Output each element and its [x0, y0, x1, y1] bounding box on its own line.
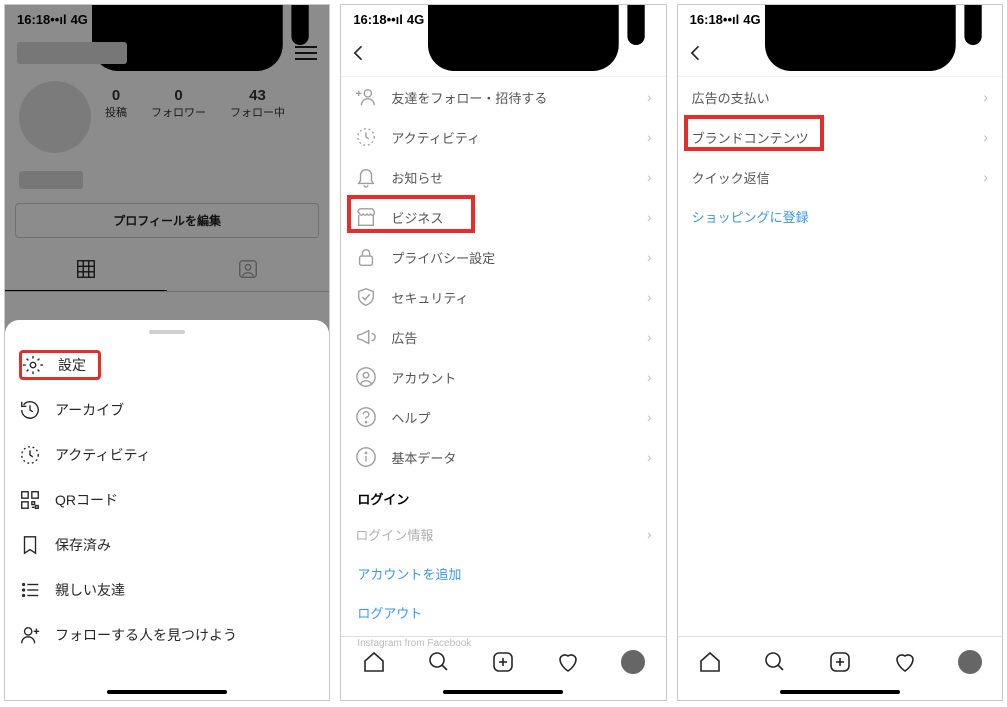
settings-notifications[interactable]: お知らせ›: [341, 157, 665, 197]
back-icon[interactable]: [349, 43, 369, 63]
archive-icon: [19, 399, 41, 421]
logout-link[interactable]: ログアウト: [341, 593, 665, 632]
heart-icon[interactable]: [556, 650, 580, 674]
chevron-right-icon: ›: [647, 409, 652, 425]
chevron-right-icon: ›: [647, 449, 652, 465]
signal-icon: ••ıl: [387, 12, 403, 27]
highlight-branded-content: [684, 115, 824, 151]
settings-follow-invite[interactable]: 友達をフォロー・招待する›: [341, 77, 665, 117]
bookmark-icon: [19, 534, 41, 556]
signal-icon: ••ıl: [723, 12, 739, 27]
settings-security[interactable]: セキュリティ›: [341, 277, 665, 317]
business-ad-payments[interactable]: 広告の支払い›: [678, 77, 1002, 117]
settings-about[interactable]: 基本データ›: [341, 437, 665, 477]
sheet-settings[interactable]: 設定: [5, 342, 329, 387]
sheet-activity[interactable]: アクティビティ: [5, 432, 329, 477]
sheet-close-friends[interactable]: 親しい友達: [5, 567, 329, 612]
gear-icon: [22, 354, 44, 376]
settings-privacy[interactable]: プライバシー設定›: [341, 237, 665, 277]
chevron-right-icon: ›: [647, 209, 652, 225]
page-title: ビジネス: [810, 44, 870, 65]
qr-icon: [19, 489, 41, 511]
profile-tab[interactable]: [958, 650, 982, 674]
activity-icon: [19, 444, 41, 466]
status-time: 16:18: [353, 12, 386, 27]
page-title: 設定: [488, 44, 518, 65]
settings-activity[interactable]: アクティビティ›: [341, 117, 665, 157]
chevron-right-icon: ›: [647, 129, 652, 145]
chevron-right-icon: ›: [983, 169, 988, 185]
sheet-grabber[interactable]: [149, 330, 185, 334]
business-quick-replies[interactable]: クイック返信›: [678, 157, 1002, 197]
shield-icon: [355, 286, 377, 308]
new-post-icon[interactable]: [828, 650, 852, 674]
new-post-icon[interactable]: [491, 650, 515, 674]
list-icon: [19, 579, 41, 601]
home-indicator: [780, 690, 900, 694]
tab-bar: [678, 636, 1002, 686]
sheet-qr[interactable]: QRコード: [5, 477, 329, 522]
chevron-right-icon: ›: [647, 89, 652, 105]
settings-ads[interactable]: 広告›: [341, 317, 665, 357]
add-account-link[interactable]: アカウントを追加: [341, 554, 665, 593]
info-icon: [355, 446, 377, 468]
help-icon: [355, 406, 377, 428]
chevron-right-icon: ›: [647, 329, 652, 345]
chevron-right-icon: ›: [647, 249, 652, 265]
status-bar: 16:18 ••ıl4G: [678, 5, 1002, 33]
home-icon[interactable]: [698, 650, 722, 674]
chevron-right-icon: ›: [647, 369, 652, 385]
business-shopping-link[interactable]: ショッピングに登録: [678, 197, 1002, 236]
chevron-right-icon: ›: [983, 89, 988, 105]
lock-icon: [355, 246, 377, 268]
chevron-right-icon: ›: [647, 169, 652, 185]
back-icon[interactable]: [686, 43, 706, 63]
nav-header: 設定: [341, 33, 665, 77]
profile-tab[interactable]: [621, 650, 645, 674]
tab-bar: [341, 636, 665, 686]
home-indicator: [443, 690, 563, 694]
search-icon[interactable]: [427, 650, 451, 674]
sheet-archive[interactable]: アーカイブ: [5, 387, 329, 432]
login-info[interactable]: ログイン情報›: [341, 514, 665, 554]
search-icon[interactable]: [763, 650, 787, 674]
megaphone-icon: [355, 326, 377, 348]
action-sheet: 設定 アーカイブ アクティビティ QRコード 保存済み 親しい友達 フォローする…: [5, 320, 329, 700]
add-person-icon: [19, 624, 41, 646]
bell-icon: [355, 166, 377, 188]
status-bar: 16:18 ••ıl4G: [341, 5, 665, 33]
sheet-saved[interactable]: 保存済み: [5, 522, 329, 567]
activity-icon: [355, 126, 377, 148]
home-icon[interactable]: [362, 650, 386, 674]
settings-account[interactable]: アカウント›: [341, 357, 665, 397]
add-person-icon: [355, 86, 377, 108]
status-time: 16:18: [690, 12, 723, 27]
user-icon: [355, 366, 377, 388]
home-indicator: [107, 690, 227, 694]
nav-header: ビジネス: [678, 33, 1002, 77]
chevron-right-icon: ›: [983, 129, 988, 145]
chevron-right-icon: ›: [647, 289, 652, 305]
login-section: ログイン: [341, 477, 665, 514]
heart-icon[interactable]: [893, 650, 917, 674]
settings-help[interactable]: ヘルプ›: [341, 397, 665, 437]
highlight-business: [347, 195, 475, 233]
sheet-discover[interactable]: フォローする人を見つけよう: [5, 612, 329, 657]
